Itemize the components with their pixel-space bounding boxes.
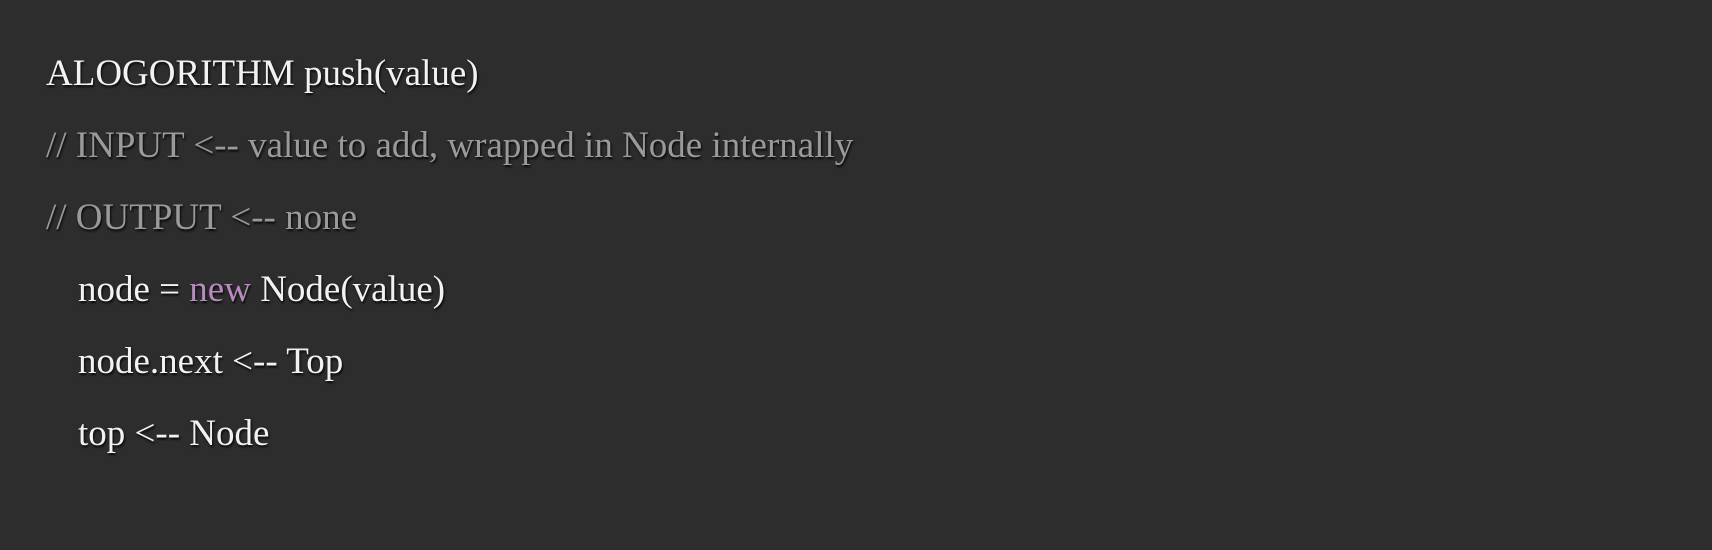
code-line-top: top <-- Node [78,413,270,454]
code-block: ALOGORITHM push(value) // INPUT <-- valu… [0,0,1712,550]
input-comment: // INPUT <-- value to add, wrapped in No… [46,125,854,166]
new-keyword: new [189,269,251,310]
code-line-node: node = new Node(value) [46,254,1712,326]
code-line-next: node.next <-- Top [78,341,344,382]
node-constructor-text: Node(value) [250,269,446,310]
node-assign-text: node = [78,269,190,310]
output-comment: // OUTPUT <-- none [46,197,358,238]
algorithm-header: ALOGORITHM push(value) [46,53,479,94]
